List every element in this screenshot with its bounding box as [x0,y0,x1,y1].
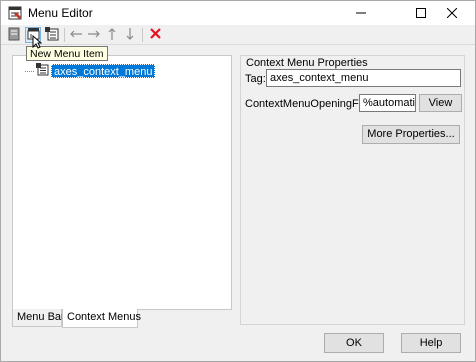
menu-editor-app-icon [8,6,22,20]
move-left-button[interactable] [68,27,84,43]
opening-fcn-label: ContextMenuOpeningFcn: [245,98,374,110]
delete-button[interactable] [147,27,163,43]
arrow-up-icon [107,27,117,44]
ok-button[interactable]: OK [324,333,384,353]
title-bar: Menu Editor [1,1,475,25]
new-context-menu-icon [45,26,59,44]
new-menu-button[interactable] [6,27,22,43]
tree-item[interactable]: axes_context_menu [25,63,156,79]
delete-icon [149,28,161,42]
tab-context-menus[interactable]: Context Menus [62,309,141,328]
menu-tree[interactable]: axes_context_menu [12,55,232,310]
window-title: Menu Editor [28,6,93,20]
tab-menu-bar[interactable]: Menu Bar [12,309,65,327]
menu-bar-icon [8,27,20,44]
context-menu-icon [36,63,49,79]
close-button[interactable] [429,1,475,25]
toolbar-separator [64,28,65,42]
move-right-button[interactable] [86,27,102,43]
tree-item-label[interactable]: axes_context_menu [51,64,156,78]
help-button[interactable]: Help [401,333,461,353]
properties-panel: Context Menu Properties Tag: axes_contex… [240,55,465,325]
view-button[interactable]: View [419,94,462,112]
arrow-right-icon [87,29,101,42]
tag-field[interactable]: axes_context_menu [266,69,461,87]
more-properties-button[interactable]: More Properties... [362,125,460,144]
opening-fcn-field[interactable]: %automatic [359,94,416,112]
mouse-cursor-icon [32,34,43,52]
arrow-left-icon [69,29,83,42]
menu-editor-window: Menu Editor New Menu Item axes_context_m… [0,0,476,362]
arrow-down-icon [125,27,135,44]
properties-title: Context Menu Properties [246,57,368,69]
move-down-button[interactable] [122,27,138,43]
toolbar-separator [142,28,143,42]
tree-connector [25,70,34,72]
toolbar [1,25,475,45]
minimize-button[interactable] [338,1,384,25]
move-up-button[interactable] [104,27,120,43]
new-context-menu-button[interactable] [44,26,60,44]
tag-label: Tag: [245,73,266,85]
